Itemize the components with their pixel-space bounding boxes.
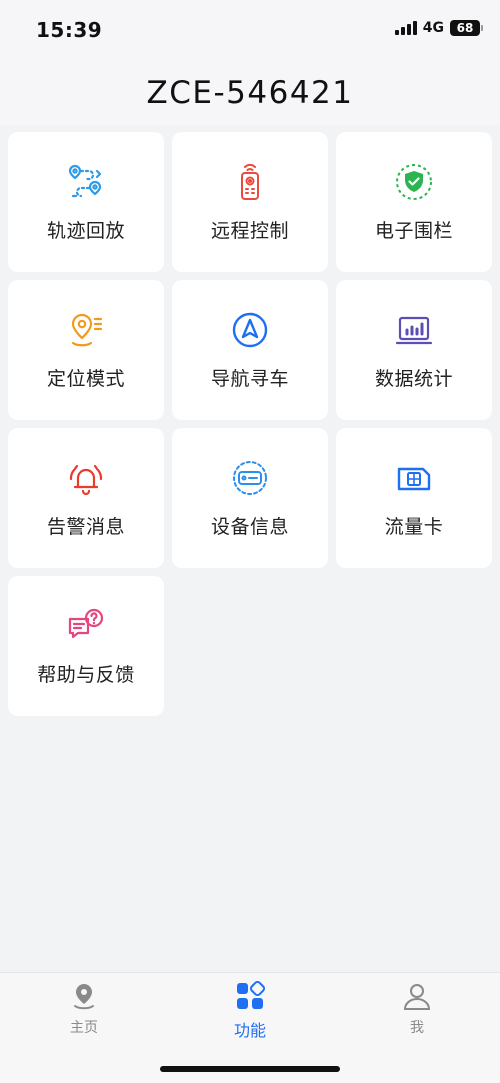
user-icon <box>402 981 432 1011</box>
home-indicator <box>160 1066 340 1072</box>
tab-functions[interactable]: 功能 <box>190 981 310 1041</box>
grid-item-track-playback[interactable]: 轨迹回放 <box>8 132 164 272</box>
grid-item-device-info[interactable]: 设备信息 <box>172 428 328 568</box>
apps-icon <box>235 981 265 1011</box>
remote-control-icon <box>230 162 270 202</box>
grid-item-label: 定位模式 <box>46 368 125 390</box>
sim-card-icon <box>394 458 434 498</box>
location-mode-icon <box>66 310 106 350</box>
page-title: ZCE-546421 <box>146 74 354 111</box>
tab-label: 我 <box>410 1020 424 1036</box>
help-feedback-icon <box>66 606 106 646</box>
tab-label: 功能 <box>233 1021 266 1040</box>
grid-item-label: 轨迹回放 <box>46 220 125 242</box>
map-pin-icon <box>69 981 99 1011</box>
navigation-icon <box>230 310 270 350</box>
bar-chart-icon <box>394 310 434 350</box>
grid-item-data-card[interactable]: 流量卡 <box>336 428 492 568</box>
function-grid: 轨迹回放 远程控制 电子围栏 定位模式 导航寻车 数据统计 告警消息 设备信息 … <box>8 132 492 716</box>
tab-me[interactable]: 我 <box>357 981 477 1037</box>
grid-item-remote-control[interactable]: 远程控制 <box>172 132 328 272</box>
grid-item-alarm[interactable]: 告警消息 <box>8 428 164 568</box>
battery-level: 68 <box>456 21 474 35</box>
grid-item-label: 数据统计 <box>374 368 453 390</box>
status-bar: 15:39 4G 68 <box>0 0 500 60</box>
tab-home[interactable]: 主页 <box>24 981 144 1037</box>
tab-label: 主页 <box>70 1020 98 1036</box>
grid-item-statistics[interactable]: 数据统计 <box>336 280 492 420</box>
status-indicators: 4G 68 <box>394 20 483 36</box>
route-icon <box>66 162 106 202</box>
status-time: 15:39 <box>36 18 103 42</box>
page-header: ZCE-546421 <box>0 60 500 125</box>
network-type: 4G <box>422 20 444 36</box>
grid-item-help-feedback[interactable]: 帮助与反馈 <box>8 576 164 716</box>
grid-item-label: 电子围栏 <box>374 220 453 242</box>
grid-item-label: 导航寻车 <box>210 368 289 390</box>
grid-item-location-mode[interactable]: 定位模式 <box>8 280 164 420</box>
grid-item-geofence[interactable]: 电子围栏 <box>336 132 492 272</box>
grid-item-label: 帮助与反馈 <box>37 664 135 686</box>
grid-item-navigation[interactable]: 导航寻车 <box>172 280 328 420</box>
grid-item-label: 设备信息 <box>210 516 289 538</box>
shield-check-icon <box>394 162 434 202</box>
grid-item-label: 告警消息 <box>46 516 125 538</box>
alarm-bell-icon <box>66 458 106 498</box>
signal-icon <box>394 21 417 35</box>
device-icon <box>230 458 270 498</box>
battery-icon: 68 <box>450 20 483 36</box>
grid-item-label: 流量卡 <box>384 516 444 538</box>
grid-item-label: 远程控制 <box>210 220 289 242</box>
